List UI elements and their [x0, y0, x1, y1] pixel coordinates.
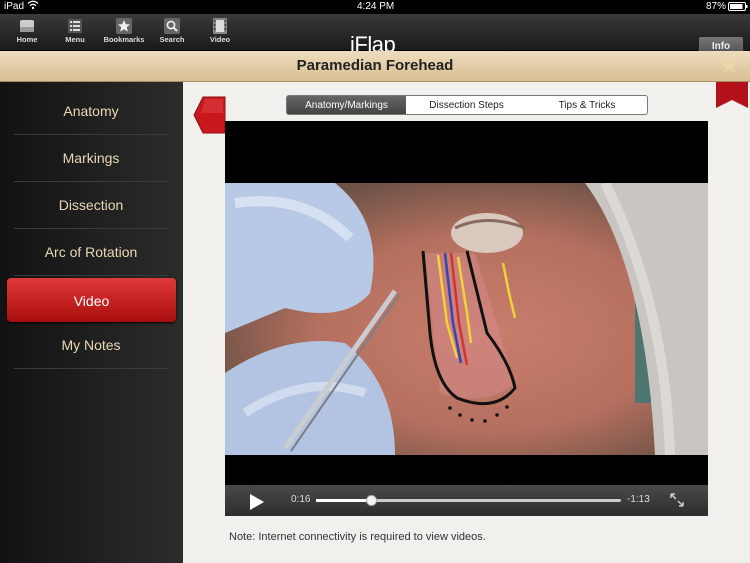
film-icon: [213, 18, 227, 34]
fullscreen-icon[interactable]: [670, 493, 684, 507]
home-button-label: Home: [16, 35, 38, 44]
search-button[interactable]: Search: [150, 16, 194, 50]
play-icon[interactable]: [250, 494, 264, 510]
bookmark-ribbon: [716, 82, 748, 108]
device-label: iPad: [4, 1, 25, 12]
seek-bar-fill: [316, 499, 371, 502]
home-icon: [20, 20, 34, 32]
sidebar-item-anatomy[interactable]: Anatomy: [14, 88, 168, 135]
home-button[interactable]: Home: [5, 16, 49, 50]
tab-dissection-steps[interactable]: Dissection Steps: [406, 95, 528, 115]
seek-handle[interactable]: [365, 495, 377, 506]
search-icon: [164, 18, 180, 34]
star-icon[interactable]: ★: [720, 55, 738, 77]
elapsed-time: 0:16: [291, 494, 311, 505]
menu-button[interactable]: Menu: [53, 16, 97, 50]
video-controls: 0:16 -1:13: [225, 485, 708, 516]
star-icon: [116, 18, 132, 34]
search-button-label: Search: [159, 35, 185, 44]
video-button[interactable]: Video: [198, 16, 242, 50]
video-player[interactable]: 0:16 -1:13: [225, 121, 708, 516]
sidebar-item-markings[interactable]: Markings: [14, 135, 168, 182]
battery-icon: [728, 2, 748, 14]
menu-icon: [68, 19, 82, 33]
bookmarks-button-label: Bookmarks: [103, 35, 145, 44]
wifi-icon: [27, 0, 39, 13]
sidebar-item-video[interactable]: Video: [7, 278, 176, 322]
tab-tips-tricks[interactable]: Tips & Tricks: [527, 95, 648, 115]
bookmarks-button[interactable]: Bookmarks: [102, 16, 146, 50]
sidebar-item-dissection[interactable]: Dissection: [14, 182, 168, 229]
status-bar: iPad 4:24 PM 87%: [0, 0, 750, 14]
clock: 4:24 PM: [357, 1, 395, 12]
back-arrow-icon[interactable]: [193, 95, 227, 135]
page-title: Paramedian Forehead: [0, 51, 750, 82]
top-toolbar: Home Menu Bookmarks Search Video iFlap I…: [0, 14, 750, 58]
tab-anatomy-markings[interactable]: Anatomy/Markings: [286, 95, 407, 115]
connectivity-note: Note: Internet connectivity is required …: [229, 531, 486, 543]
remaining-time: -1:13: [627, 494, 650, 505]
sidebar-item-my-notes[interactable]: My Notes: [14, 322, 168, 369]
menu-button-label: Menu: [65, 35, 85, 44]
sidebar-nav: Anatomy Markings Dissection Arc of Rotat…: [0, 82, 183, 563]
video-button-label: Video: [209, 35, 231, 44]
battery-percent: 87%: [706, 1, 727, 12]
sidebar-item-arc-of-rotation[interactable]: Arc of Rotation: [14, 229, 168, 276]
video-frame: [225, 183, 708, 455]
seek-bar[interactable]: [316, 495, 621, 506]
